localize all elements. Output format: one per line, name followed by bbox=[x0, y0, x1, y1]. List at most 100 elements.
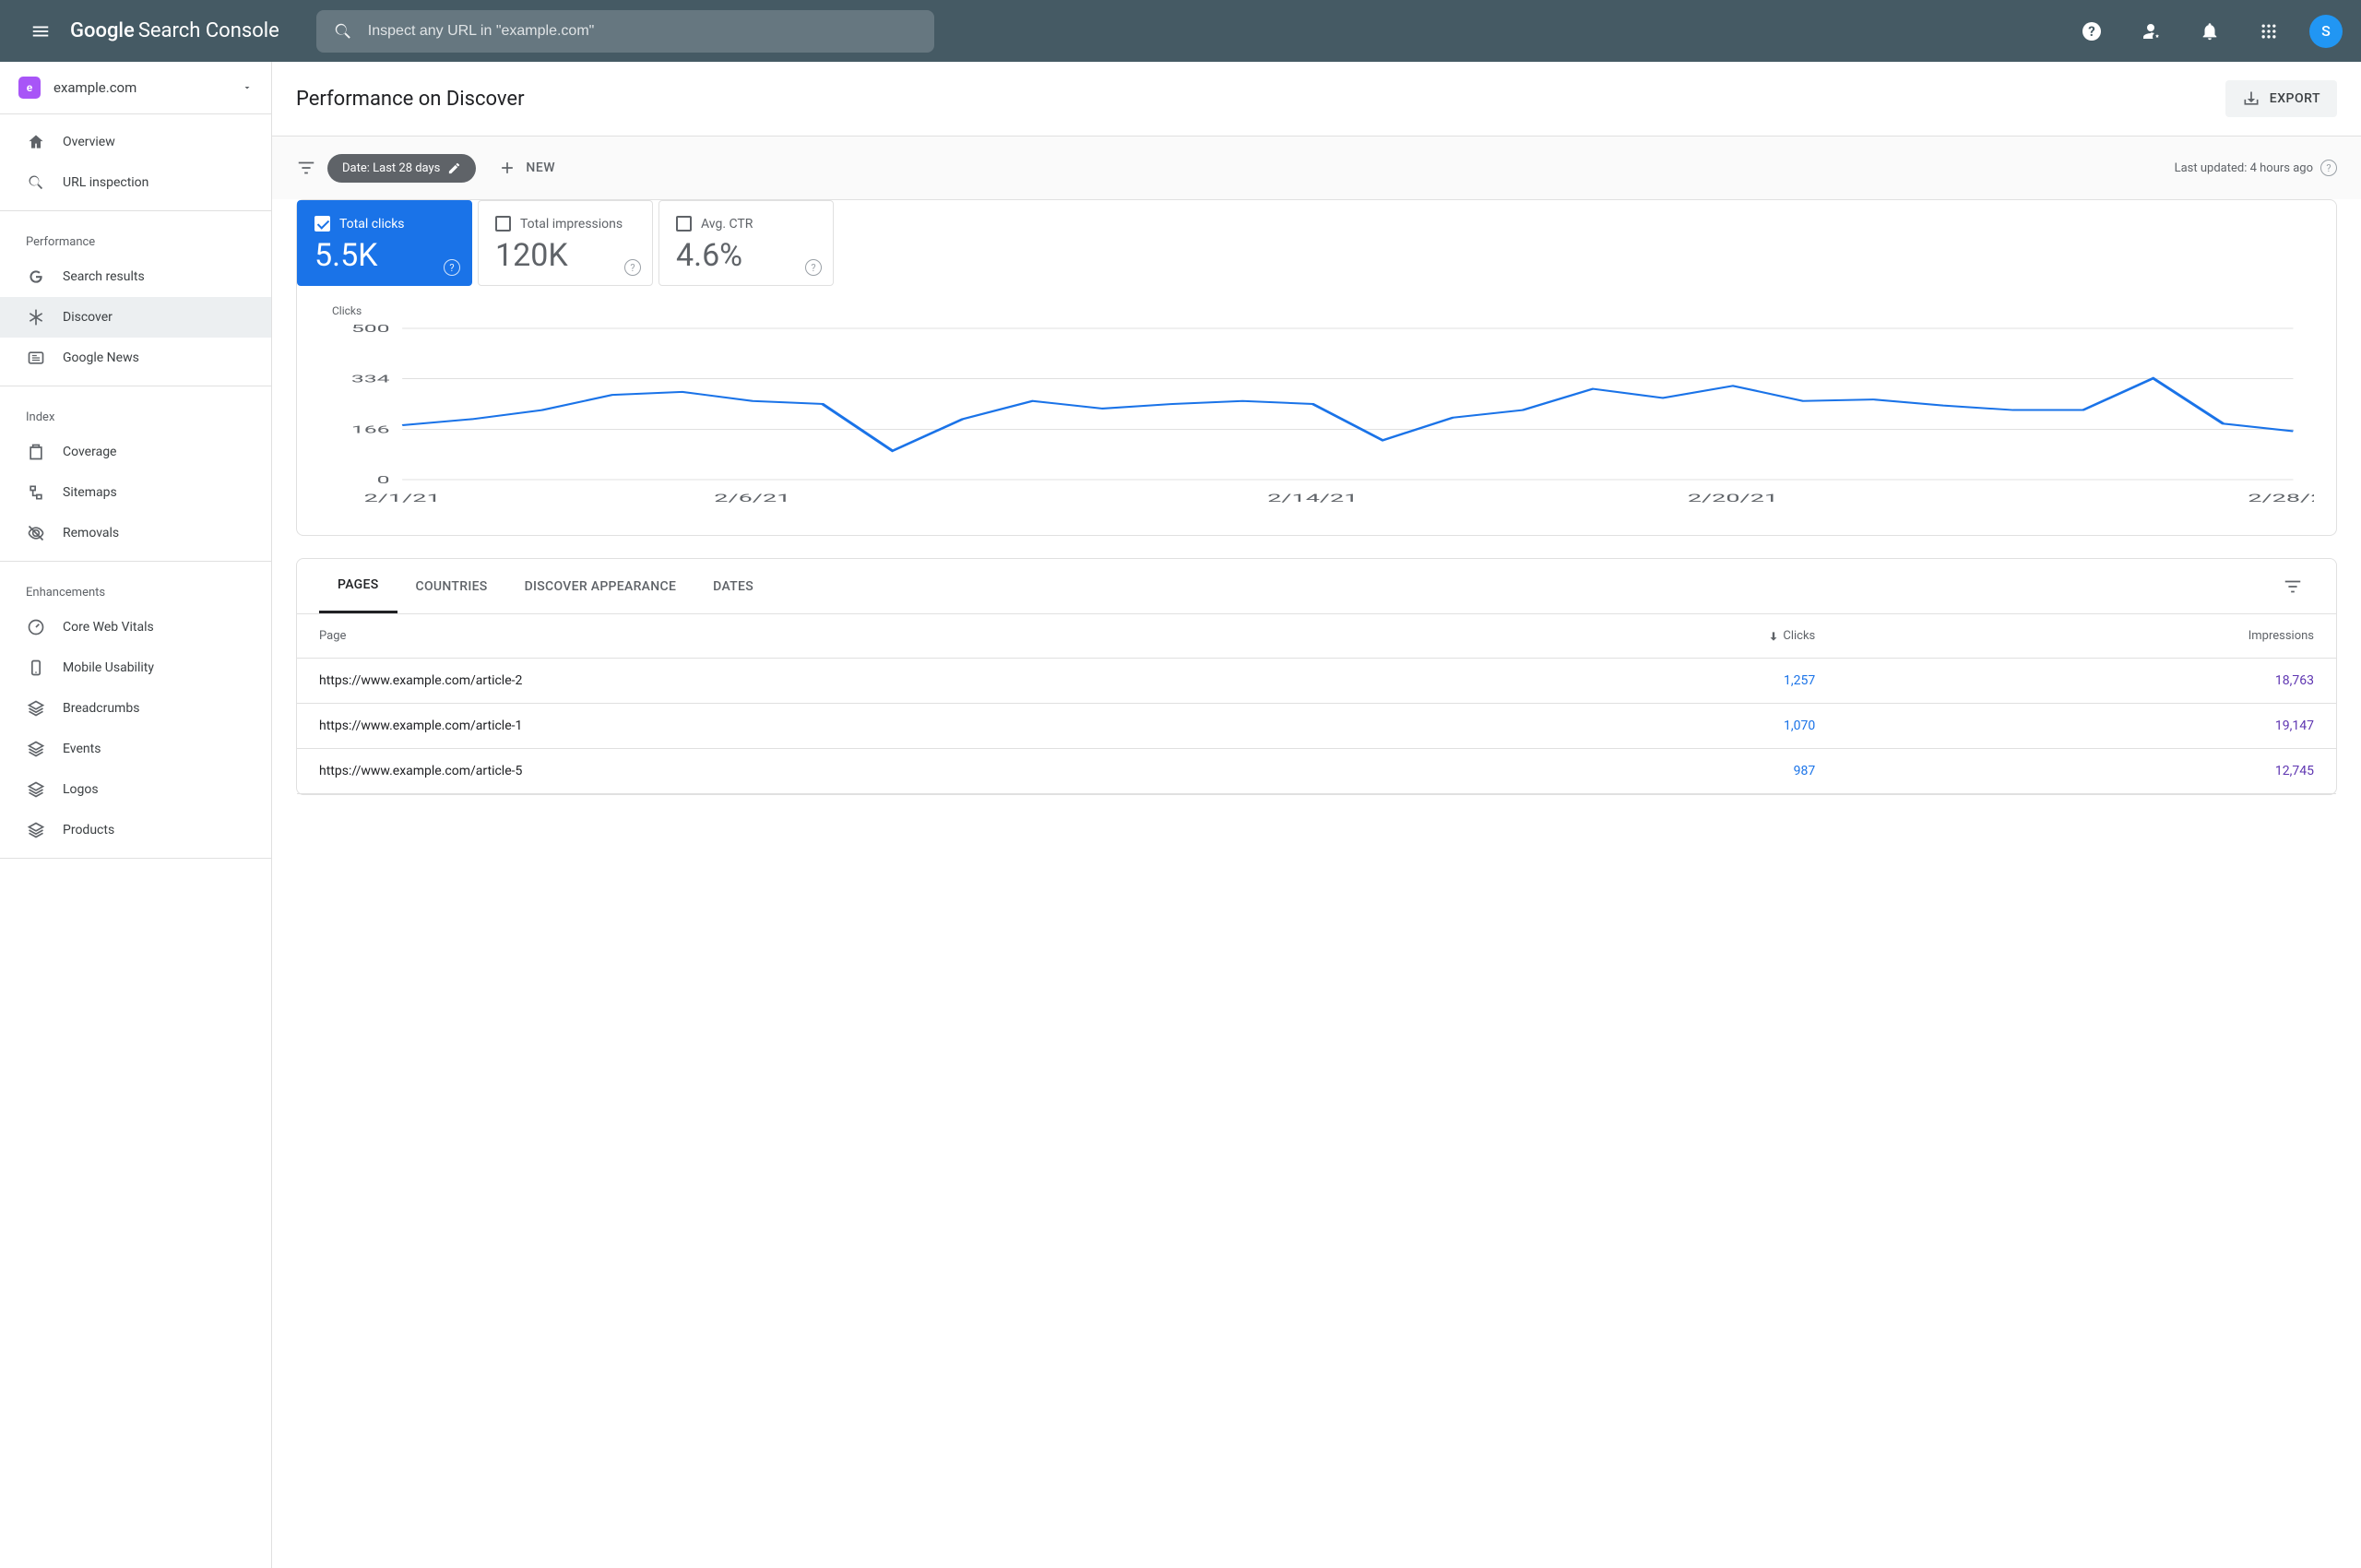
header-right: ? S bbox=[2073, 13, 2343, 50]
sidebar-item-logos[interactable]: Logos bbox=[0, 769, 271, 810]
metric-label: Total clicks bbox=[339, 217, 405, 232]
sidebar-item-label: Logos bbox=[63, 782, 99, 797]
menu-button[interactable] bbox=[18, 9, 63, 53]
svg-text:2/6/21: 2/6/21 bbox=[714, 493, 790, 505]
sidebar-item-overview[interactable]: Overview bbox=[0, 122, 271, 162]
checkbox-icon bbox=[495, 216, 511, 232]
pages-table: Page ClicksImpressions https://www.examp… bbox=[297, 614, 2336, 794]
sidebar-item-breadcrumbs[interactable]: Breadcrumbs bbox=[0, 688, 271, 729]
sidebar-item-discover[interactable]: Discover bbox=[0, 297, 271, 338]
cell-clicks: 987 bbox=[1418, 749, 1837, 794]
logo: Google Search Console bbox=[70, 19, 279, 42]
help-icon[interactable]: ? bbox=[624, 259, 641, 276]
pencil-icon bbox=[447, 161, 461, 175]
user-settings-icon bbox=[2140, 20, 2162, 42]
tabs: PAGESCOUNTRIESDISCOVER APPEARANCEDATES bbox=[297, 559, 2336, 614]
layers-icon bbox=[26, 779, 46, 800]
content: Performance on Discover EXPORT Date: Las… bbox=[272, 62, 2361, 1568]
date-filter-chip[interactable]: Date: Last 28 days bbox=[327, 154, 476, 183]
help-button[interactable]: ? bbox=[2073, 13, 2110, 50]
column-header-page[interactable]: Page bbox=[297, 614, 1418, 659]
sitemap-icon bbox=[26, 482, 46, 503]
help-icon[interactable]: ? bbox=[805, 259, 822, 276]
sidebar: e example.com OverviewURL inspectionPerf… bbox=[0, 62, 272, 1568]
new-label: NEW bbox=[526, 160, 555, 175]
download-icon bbox=[2242, 89, 2260, 108]
sidebar-item-label: Products bbox=[63, 823, 114, 837]
search-input[interactable] bbox=[368, 23, 918, 40]
asterisk-icon bbox=[26, 307, 46, 327]
apps-button[interactable] bbox=[2250, 13, 2287, 50]
home-icon bbox=[26, 132, 46, 152]
sidebar-item-label: Sitemaps bbox=[63, 485, 117, 500]
sidebar-item-label: Overview bbox=[63, 135, 115, 149]
gauge-icon bbox=[26, 617, 46, 637]
table-row[interactable]: https://www.example.com/article-1 1,070 … bbox=[297, 704, 2336, 749]
tab-discover-appearance[interactable]: DISCOVER APPEARANCE bbox=[506, 561, 695, 612]
sidebar-item-events[interactable]: Events bbox=[0, 729, 271, 769]
sidebar-item-coverage[interactable]: Coverage bbox=[0, 432, 271, 472]
sidebar-item-sitemaps[interactable]: Sitemaps bbox=[0, 472, 271, 513]
g-icon bbox=[26, 267, 46, 287]
column-header-impressions[interactable]: Impressions bbox=[1837, 614, 2336, 659]
sidebar-item-label: Search results bbox=[63, 269, 145, 284]
property-selector[interactable]: e example.com bbox=[0, 62, 271, 114]
notifications-button[interactable] bbox=[2191, 13, 2228, 50]
svg-text:334: 334 bbox=[351, 373, 390, 385]
help-icon[interactable]: ? bbox=[444, 259, 460, 276]
hamburger-icon bbox=[30, 21, 51, 42]
sidebar-item-core-web-vitals[interactable]: Core Web Vitals bbox=[0, 607, 271, 647]
logo-brand: Google bbox=[70, 19, 135, 42]
cell-page: https://www.example.com/article-2 bbox=[297, 659, 1418, 704]
sidebar-item-label: Core Web Vitals bbox=[63, 620, 154, 635]
filter-icon bbox=[2283, 576, 2303, 597]
section-label: Enhancements bbox=[0, 569, 271, 607]
tab-countries[interactable]: COUNTRIES bbox=[397, 561, 506, 612]
sidebar-item-products[interactable]: Products bbox=[0, 810, 271, 850]
tab-dates[interactable]: DATES bbox=[694, 561, 772, 612]
export-button[interactable]: EXPORT bbox=[2225, 80, 2337, 117]
metric-card-total-impressions[interactable]: Total impressions 120K ? bbox=[478, 200, 653, 286]
svg-text:0: 0 bbox=[377, 474, 390, 486]
news-icon bbox=[26, 348, 46, 368]
tab-pages[interactable]: PAGES bbox=[319, 559, 397, 613]
page-title: Performance on Discover bbox=[296, 88, 525, 111]
svg-text:2/14/21: 2/14/21 bbox=[1267, 493, 1358, 505]
sidebar-item-removals[interactable]: Removals bbox=[0, 513, 271, 553]
metric-card-avg-ctr[interactable]: Avg. CTR 4.6% ? bbox=[658, 200, 834, 286]
table-row[interactable]: https://www.example.com/article-5 987 12… bbox=[297, 749, 2336, 794]
sidebar-item-mobile-usability[interactable]: Mobile Usability bbox=[0, 647, 271, 688]
svg-text:2/20/21: 2/20/21 bbox=[1688, 493, 1778, 505]
users-button[interactable] bbox=[2132, 13, 2169, 50]
metric-label: Avg. CTR bbox=[701, 217, 753, 232]
sidebar-item-label: Discover bbox=[63, 310, 113, 325]
page-header: Performance on Discover EXPORT bbox=[272, 62, 2361, 137]
table-row[interactable]: https://www.example.com/article-2 1,257 … bbox=[297, 659, 2336, 704]
svg-text:500: 500 bbox=[351, 323, 390, 335]
layers-icon bbox=[26, 739, 46, 759]
help-icon[interactable]: ? bbox=[2320, 160, 2337, 176]
sidebar-item-search-results[interactable]: Search results bbox=[0, 256, 271, 297]
table-filter-button[interactable] bbox=[2272, 565, 2314, 608]
filter-bar: Date: Last 28 days NEW Last updated: 4 h… bbox=[272, 137, 2361, 199]
column-header-clicks[interactable]: Clicks bbox=[1418, 614, 1837, 659]
metric-card-total-clicks[interactable]: Total clicks 5.5K ? bbox=[297, 200, 472, 286]
sidebar-item-label: Removals bbox=[63, 526, 119, 540]
layers-icon bbox=[26, 698, 46, 719]
svg-text:2/1/21: 2/1/21 bbox=[364, 493, 441, 505]
sidebar-item-url-inspection[interactable]: URL inspection bbox=[0, 162, 271, 203]
export-label: EXPORT bbox=[2270, 91, 2320, 106]
svg-text:?: ? bbox=[2088, 23, 2094, 40]
cell-page: https://www.example.com/article-1 bbox=[297, 704, 1418, 749]
cell-clicks: 1,257 bbox=[1418, 659, 1837, 704]
cell-page: https://www.example.com/article-5 bbox=[297, 749, 1418, 794]
checkbox-icon bbox=[676, 216, 692, 232]
avatar[interactable]: S bbox=[2309, 15, 2343, 48]
search-icon bbox=[26, 172, 46, 193]
search-bar[interactable] bbox=[316, 10, 934, 53]
cell-impressions: 12,745 bbox=[1837, 749, 2336, 794]
filter-icon[interactable] bbox=[296, 158, 316, 178]
new-filter-button[interactable]: NEW bbox=[487, 151, 566, 184]
sidebar-item-google-news[interactable]: Google News bbox=[0, 338, 271, 378]
search-icon bbox=[333, 21, 353, 42]
